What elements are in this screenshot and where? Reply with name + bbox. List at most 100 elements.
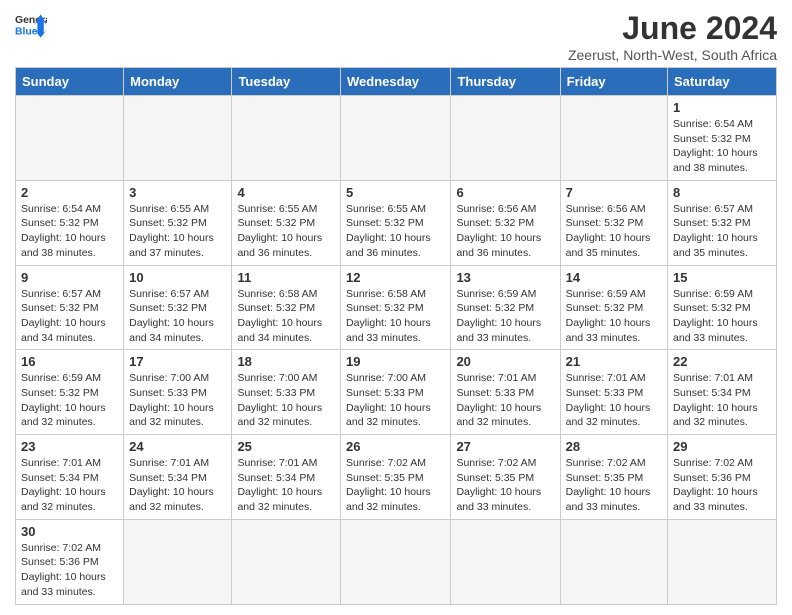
weekday-header-sunday: Sunday <box>16 68 124 96</box>
day-number: 30 <box>21 524 118 539</box>
day-cell: 12 Sunrise: 6:58 AM Sunset: 5:32 PM Dayli… <box>341 265 451 350</box>
day-cell: 14 Sunrise: 6:59 AM Sunset: 5:32 PM Dayli… <box>560 265 667 350</box>
svg-text:Blue: Blue <box>15 26 38 37</box>
day-info: Sunrise: 6:57 AM Sunset: 5:32 PM Dayligh… <box>673 202 771 261</box>
day-cell: 28 Sunrise: 7:02 AM Sunset: 5:35 PM Dayli… <box>560 435 667 520</box>
day-number: 25 <box>237 439 335 454</box>
day-cell: 3 Sunrise: 6:55 AM Sunset: 5:32 PM Daylig… <box>124 180 232 265</box>
day-info: Sunrise: 7:02 AM Sunset: 5:36 PM Dayligh… <box>21 541 118 600</box>
day-cell <box>560 519 667 604</box>
day-number: 24 <box>129 439 226 454</box>
day-number: 19 <box>346 354 445 369</box>
day-info: Sunrise: 7:01 AM Sunset: 5:34 PM Dayligh… <box>129 456 226 515</box>
day-info: Sunrise: 7:02 AM Sunset: 5:35 PM Dayligh… <box>346 456 445 515</box>
day-cell: 18 Sunrise: 7:00 AM Sunset: 5:33 PM Dayli… <box>232 350 341 435</box>
day-cell: 7Sunrise: 6:56 AM Sunset: 5:32 PM Daylig… <box>560 180 667 265</box>
day-info: Sunrise: 7:02 AM Sunset: 5:35 PM Dayligh… <box>566 456 662 515</box>
day-cell: 11 Sunrise: 6:58 AM Sunset: 5:32 PM Dayli… <box>232 265 341 350</box>
day-info: Sunrise: 6:59 AM Sunset: 5:32 PM Dayligh… <box>566 287 662 346</box>
calendar-title: June 2024 <box>568 10 777 47</box>
day-cell: 22 Sunrise: 7:01 AM Sunset: 5:34 PM Dayli… <box>668 350 777 435</box>
weekday-header-row: SundayMondayTuesdayWednesdayThursdayFrid… <box>16 68 777 96</box>
day-number: 6 <box>456 185 554 200</box>
calendar-subtitle: Zeerust, North-West, South Africa <box>568 47 777 63</box>
day-info: Sunrise: 6:54 AM Sunset: 5:32 PM Dayligh… <box>21 202 118 261</box>
day-cell <box>124 96 232 181</box>
day-cell <box>341 519 451 604</box>
day-info: Sunrise: 6:55 AM Sunset: 5:32 PM Dayligh… <box>346 202 445 261</box>
day-cell: 8 Sunrise: 6:57 AM Sunset: 5:32 PM Daylig… <box>668 180 777 265</box>
day-number: 1 <box>673 100 771 115</box>
day-number: 28 <box>566 439 662 454</box>
day-info: Sunrise: 7:00 AM Sunset: 5:33 PM Dayligh… <box>237 371 335 430</box>
day-info: Sunrise: 6:57 AM Sunset: 5:32 PM Dayligh… <box>129 287 226 346</box>
day-cell: 21 Sunrise: 7:01 AM Sunset: 5:33 PM Dayli… <box>560 350 667 435</box>
day-number: 8 <box>673 185 771 200</box>
header: General Blue June 2024 Zeerust, North-We… <box>15 10 777 63</box>
day-info: Sunrise: 7:00 AM Sunset: 5:33 PM Dayligh… <box>346 371 445 430</box>
day-info: Sunrise: 7:01 AM Sunset: 5:34 PM Dayligh… <box>21 456 118 515</box>
day-number: 15 <box>673 270 771 285</box>
day-cell: 23 Sunrise: 7:01 AM Sunset: 5:34 PM Dayli… <box>16 435 124 520</box>
day-cell: 19 Sunrise: 7:00 AM Sunset: 5:33 PM Dayli… <box>341 350 451 435</box>
day-cell: 5Sunrise: 6:55 AM Sunset: 5:32 PM Daylig… <box>341 180 451 265</box>
day-info: Sunrise: 6:57 AM Sunset: 5:32 PM Dayligh… <box>21 287 118 346</box>
day-cell: 15Sunrise: 6:59 AM Sunset: 5:32 PM Dayli… <box>668 265 777 350</box>
weekday-header-friday: Friday <box>560 68 667 96</box>
logo: General Blue <box>15 10 47 38</box>
day-number: 3 <box>129 185 226 200</box>
day-number: 2 <box>21 185 118 200</box>
day-cell <box>124 519 232 604</box>
day-info: Sunrise: 7:00 AM Sunset: 5:33 PM Dayligh… <box>129 371 226 430</box>
day-info: Sunrise: 7:01 AM Sunset: 5:33 PM Dayligh… <box>566 371 662 430</box>
day-cell: 26Sunrise: 7:02 AM Sunset: 5:35 PM Dayli… <box>341 435 451 520</box>
day-info: Sunrise: 7:02 AM Sunset: 5:35 PM Dayligh… <box>456 456 554 515</box>
day-cell: 2 Sunrise: 6:54 AM Sunset: 5:32 PM Daylig… <box>16 180 124 265</box>
logo-icon: General Blue <box>15 10 47 38</box>
day-number: 4 <box>237 185 335 200</box>
day-cell <box>16 96 124 181</box>
day-number: 23 <box>21 439 118 454</box>
title-area: June 2024 Zeerust, North-West, South Afr… <box>568 10 777 63</box>
day-info: Sunrise: 6:58 AM Sunset: 5:32 PM Dayligh… <box>346 287 445 346</box>
day-cell: 24 Sunrise: 7:01 AM Sunset: 5:34 PM Dayli… <box>124 435 232 520</box>
day-info: Sunrise: 7:01 AM Sunset: 5:34 PM Dayligh… <box>673 371 771 430</box>
weekday-header-tuesday: Tuesday <box>232 68 341 96</box>
day-number: 9 <box>21 270 118 285</box>
week-row-4: 23 Sunrise: 7:01 AM Sunset: 5:34 PM Dayli… <box>16 435 777 520</box>
week-row-5: 30 Sunrise: 7:02 AM Sunset: 5:36 PM Dayli… <box>16 519 777 604</box>
day-cell: 20 Sunrise: 7:01 AM Sunset: 5:33 PM Dayli… <box>451 350 560 435</box>
day-info: Sunrise: 6:58 AM Sunset: 5:32 PM Dayligh… <box>237 287 335 346</box>
day-number: 22 <box>673 354 771 369</box>
week-row-3: 16Sunrise: 6:59 AM Sunset: 5:32 PM Dayli… <box>16 350 777 435</box>
day-cell: 17 Sunrise: 7:00 AM Sunset: 5:33 PM Dayli… <box>124 350 232 435</box>
day-info: Sunrise: 7:01 AM Sunset: 5:33 PM Dayligh… <box>456 371 554 430</box>
day-info: Sunrise: 7:01 AM Sunset: 5:34 PM Dayligh… <box>237 456 335 515</box>
day-cell <box>451 519 560 604</box>
day-number: 11 <box>237 270 335 285</box>
day-cell <box>341 96 451 181</box>
day-number: 13 <box>456 270 554 285</box>
day-cell: 30 Sunrise: 7:02 AM Sunset: 5:36 PM Dayli… <box>16 519 124 604</box>
day-number: 10 <box>129 270 226 285</box>
day-info: Sunrise: 6:55 AM Sunset: 5:32 PM Dayligh… <box>129 202 226 261</box>
day-number: 14 <box>566 270 662 285</box>
day-cell <box>668 519 777 604</box>
day-cell: 29Sunrise: 7:02 AM Sunset: 5:36 PM Dayli… <box>668 435 777 520</box>
day-cell: 4 Sunrise: 6:55 AM Sunset: 5:32 PM Daylig… <box>232 180 341 265</box>
weekday-header-wednesday: Wednesday <box>341 68 451 96</box>
day-number: 20 <box>456 354 554 369</box>
day-number: 12 <box>346 270 445 285</box>
day-number: 17 <box>129 354 226 369</box>
day-cell: 10 Sunrise: 6:57 AM Sunset: 5:32 PM Dayli… <box>124 265 232 350</box>
day-number: 21 <box>566 354 662 369</box>
day-cell: 27Sunrise: 7:02 AM Sunset: 5:35 PM Dayli… <box>451 435 560 520</box>
day-cell <box>560 96 667 181</box>
day-info: Sunrise: 6:56 AM Sunset: 5:32 PM Dayligh… <box>566 202 662 261</box>
day-info: Sunrise: 6:55 AM Sunset: 5:32 PM Dayligh… <box>237 202 335 261</box>
day-info: Sunrise: 6:59 AM Sunset: 5:32 PM Dayligh… <box>21 371 118 430</box>
day-number: 18 <box>237 354 335 369</box>
day-info: Sunrise: 6:56 AM Sunset: 5:32 PM Dayligh… <box>456 202 554 261</box>
day-cell: 9 Sunrise: 6:57 AM Sunset: 5:32 PM Daylig… <box>16 265 124 350</box>
weekday-header-thursday: Thursday <box>451 68 560 96</box>
